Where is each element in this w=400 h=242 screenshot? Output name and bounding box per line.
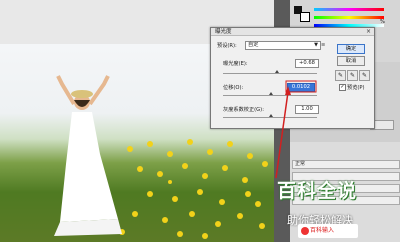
logo-icon: [301, 227, 309, 235]
percent-label: %: [380, 19, 385, 25]
logo-text: 百科输入: [310, 227, 335, 234]
watermark-logo: 百科输入: [298, 224, 358, 238]
watermark-title: 百科全说: [277, 180, 358, 202]
